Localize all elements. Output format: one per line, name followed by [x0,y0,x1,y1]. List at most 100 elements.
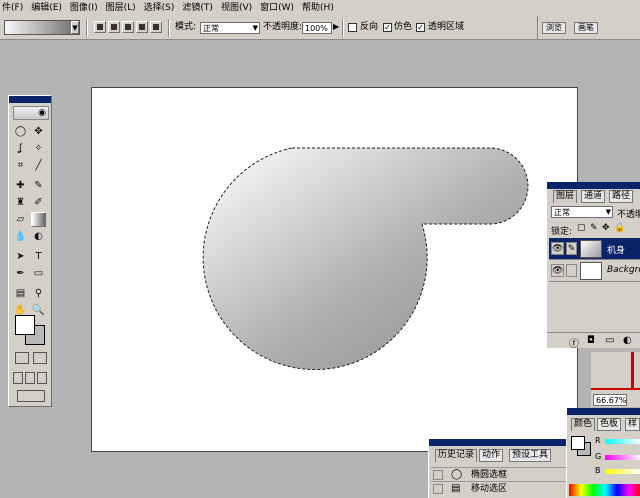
blend-mode-value: 正常 [554,208,570,217]
tab-layers[interactable]: 图层 [553,190,578,203]
tab-file-browser[interactable]: 浏览 [542,22,566,34]
dodge-tool-icon[interactable]: ◐ [31,229,46,244]
crop-tool-icon[interactable]: ⌗ [13,158,28,173]
blend-mode-select[interactable]: 正常 ▼ [551,206,613,218]
clone-stamp-tool-icon[interactable]: ♜ [13,195,28,210]
screen-mode-full-menu-button[interactable] [25,372,35,384]
linear-gradient-button[interactable] [94,21,106,33]
screen-mode-standard-button[interactable] [13,372,23,384]
layer-thumbnail [580,240,602,258]
tab-color[interactable]: 颜色 [571,418,596,431]
history-source-box[interactable] [433,484,443,494]
menu-image[interactable]: 图像(I) [68,0,104,16]
eyedropper-tool-icon[interactable]: ⚲ [31,286,46,301]
move-tool-icon[interactable]: ✥ [31,124,46,139]
shape-tool-icon[interactable]: ▭ [31,266,46,281]
menu-bar: 件(F) 编辑(E) 图像(I) 图层(L) 选择(S) 滤镜(T) 视图(V)… [0,0,640,16]
mode-select[interactable]: 正常 ▼ [200,22,260,34]
eye-icon[interactable]: 👁 [551,264,564,277]
separator [86,19,88,37]
blue-slider[interactable] [605,469,640,474]
standard-mode-button[interactable] [15,352,29,364]
opacity-arrow-icon[interactable]: ▶ [333,22,339,31]
color-ramp[interactable] [569,484,640,496]
notes-tool-icon[interactable]: ▤ [13,286,28,301]
brush-tool-icon[interactable]: ✎ [31,178,46,193]
red-slider[interactable] [605,439,640,444]
radial-gradient-button[interactable] [108,21,120,33]
jump-to-imageready-button[interactable] [17,390,45,402]
brush-icon[interactable]: ✎ [566,242,577,255]
foreground-color-swatch[interactable] [571,436,585,450]
menu-filter[interactable]: 滤镜(T) [180,0,219,16]
menu-help[interactable]: 帮助(H) [300,0,340,16]
document-canvas[interactable] [91,87,578,452]
pen-tool-icon[interactable]: ✒ [13,266,28,281]
zoom-field[interactable]: 66.67% [593,394,627,406]
layer-style-icon[interactable]: ⓕ [569,335,579,350]
transparency-checkbox[interactable]: ✓ [416,23,425,32]
type-tool-icon[interactable]: T [31,249,46,264]
gradient-tool-icon[interactable] [31,212,46,227]
history-item[interactable]: ◯ 椭圆选框 [431,467,567,481]
adjustment-layer-icon[interactable]: ◐ [623,335,632,346]
path-selection-tool-icon[interactable]: ➤ [13,249,28,264]
navigator-view-box-bottom [591,388,640,390]
layer-thumbnail [580,262,602,280]
eraser-tool-icon[interactable]: ▱ [13,212,28,227]
layer-row[interactable]: 👁 ✎ 机身 [549,238,640,260]
lasso-tool-icon[interactable]: ʆ [13,141,28,156]
layer-row[interactable]: 👁 Background [549,260,640,282]
reverse-checkbox[interactable] [348,23,357,32]
menu-select[interactable]: 选择(S) [142,0,181,16]
quick-mask-mode-button[interactable] [33,352,47,364]
tab-history[interactable]: 历史记录 [435,449,478,462]
marquee-tool-icon[interactable]: ◯ [13,124,28,139]
eye-icon[interactable]: 👁 [551,242,564,255]
toolbox: ◉ ◯ ✥ ʆ ✧ ⌗ ╱ ✚ ✎ ♜ ✐ ▱ 💧 ◐ ➤ T ✒ ▭ ▤ ⚲ … [8,95,52,407]
gradient-shape [202,147,529,371]
menu-view[interactable]: 视图(V) [219,0,258,16]
diamond-gradient-button[interactable] [150,21,162,33]
history-source-box[interactable] [433,470,443,480]
menu-file[interactable]: 件(F) [0,0,29,16]
lock-label: 锁定: [551,227,573,237]
tab-brushes[interactable]: 画笔 [574,22,598,34]
screen-mode-full-button[interactable] [37,372,47,384]
link-slot[interactable] [566,264,577,277]
layers-panel-title-bar [547,182,640,189]
lock-transparency-icon[interactable]: ▢ [577,223,586,233]
healing-brush-tool-icon[interactable]: ✚ [13,178,28,193]
history-panel-title-bar [429,439,569,446]
tab-swatches[interactable]: 色板 [597,418,622,431]
opacity-field[interactable]: 100% [302,22,332,34]
blur-tool-icon[interactable]: 💧 [13,229,28,244]
dither-checkbox[interactable]: ✓ [383,23,392,32]
menu-window[interactable]: 窗口(W) [258,0,300,16]
lock-position-icon[interactable]: ✥ [602,223,610,233]
history-item[interactable]: ▤ 移动选区 [431,481,567,495]
new-set-icon[interactable]: ▭ [605,335,614,346]
tab-paths[interactable]: 路径 [609,190,634,203]
menu-edit[interactable]: 编辑(E) [29,0,68,16]
layer-name: 机身 [607,246,626,256]
adobe-logo-icon[interactable]: ◉ [13,106,49,120]
palette-well: 浏览 画笔 [537,16,640,40]
foreground-color-swatch[interactable] [15,315,35,335]
tab-channels[interactable]: 通道 [581,190,606,203]
tab-tool-presets[interactable]: 预设工具 [509,449,552,462]
gradient-picker[interactable] [4,20,80,35]
gradient-dropdown-arrow-icon[interactable]: ▼ [71,21,79,34]
history-brush-tool-icon[interactable]: ✐ [31,195,46,210]
reflected-gradient-button[interactable] [136,21,148,33]
tab-styles[interactable]: 样 [625,418,640,431]
slice-tool-icon[interactable]: ╱ [31,158,46,173]
lock-pixels-icon[interactable]: ✎ [590,223,598,233]
tab-actions[interactable]: 动作 [479,449,504,462]
add-mask-icon[interactable]: ◘ [587,335,595,346]
green-slider[interactable] [605,455,640,460]
angle-gradient-button[interactable] [122,21,134,33]
magic-wand-tool-icon[interactable]: ✧ [31,141,46,156]
menu-layer[interactable]: 图层(L) [104,0,142,16]
lock-all-icon[interactable]: 🔒 [614,223,625,233]
